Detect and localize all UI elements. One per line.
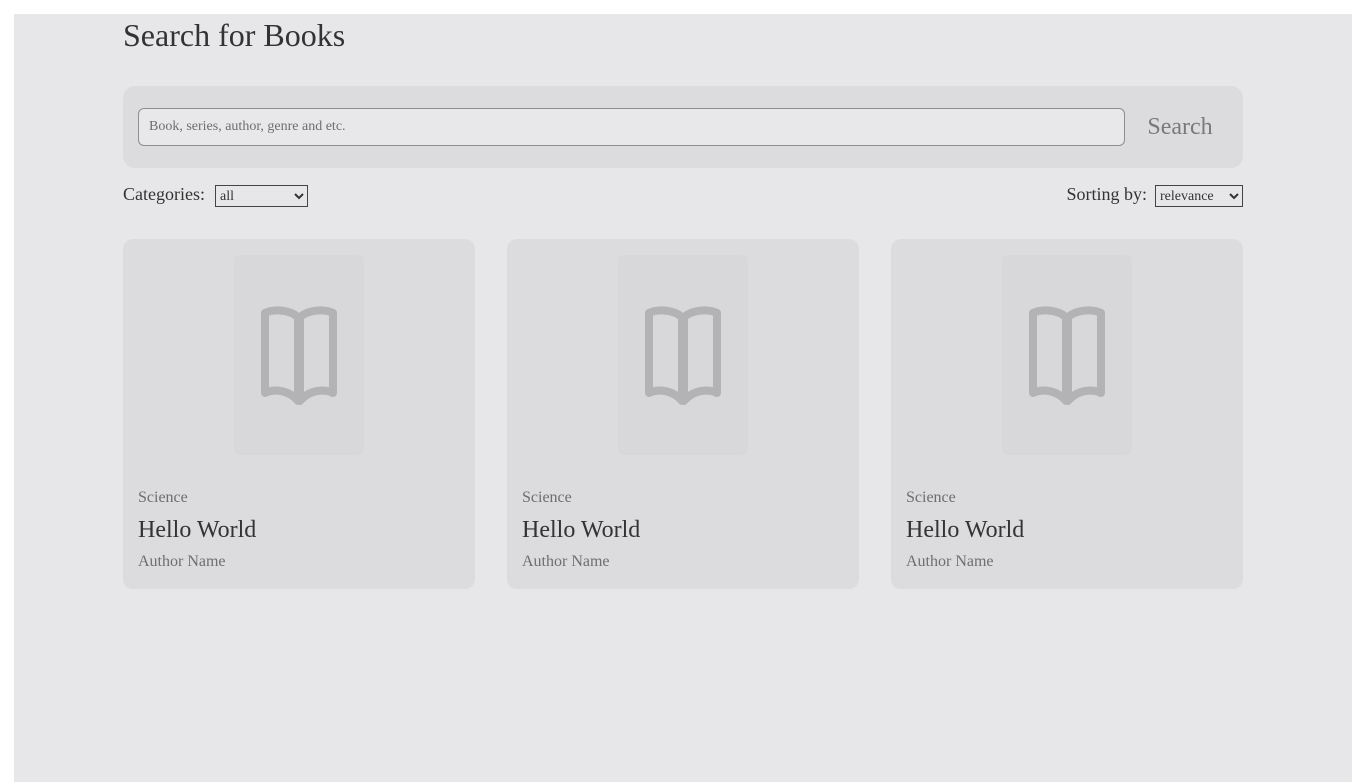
book-author: Author Name [906,553,994,570]
book-cover [234,255,364,455]
categories-select[interactable]: all [215,185,308,207]
book-cover [1002,255,1132,455]
book-author: Author Name [138,553,226,570]
book-card[interactable]: Science Hello World Author Name [507,239,859,589]
book-grid: Science Hello World Author Name Science … [123,239,1243,589]
sorting-select[interactable]: relevance [1155,185,1243,207]
search-input[interactable] [138,108,1125,146]
filter-row: Categories: all Sorting by: relevance [123,184,1243,208]
categories-label: Categories: [123,184,205,204]
book-open-icon [1029,306,1105,405]
book-author: Author Name [522,553,610,570]
book-title[interactable]: Hello World [906,517,1024,544]
page-background: Search for Books Search Categories: all … [14,14,1352,782]
book-card[interactable]: Science Hello World Author Name [891,239,1243,589]
page-title: Search for Books [123,17,346,53]
book-open-icon [645,306,721,405]
book-category: Science [138,489,188,506]
book-title[interactable]: Hello World [138,517,256,544]
sorting-label: Sorting by: [1066,184,1147,204]
search-button[interactable]: Search [1125,108,1235,146]
book-cover [618,255,748,455]
book-card[interactable]: Science Hello World Author Name [123,239,475,589]
book-category: Science [906,489,956,506]
book-open-icon [261,306,337,405]
search-panel: Search [123,86,1243,168]
book-category: Science [522,489,572,506]
book-title[interactable]: Hello World [522,517,640,544]
